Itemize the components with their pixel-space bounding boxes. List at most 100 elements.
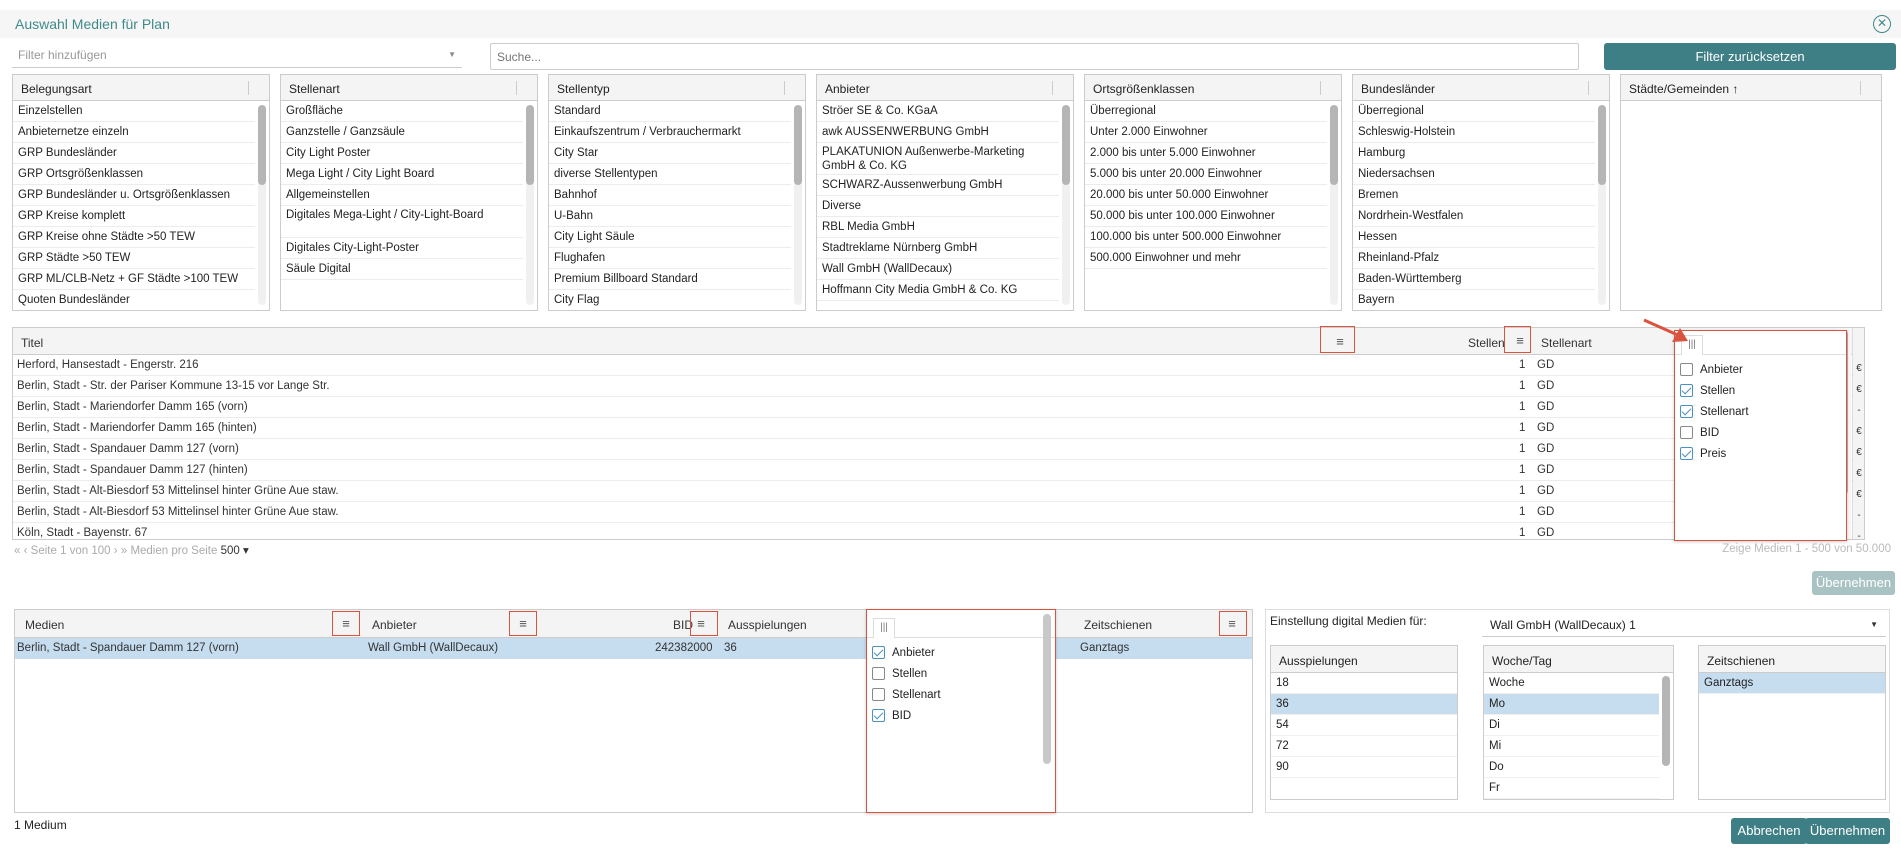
column-toggle[interactable]: BID (867, 705, 1055, 726)
woche-tag-scrollbar[interactable] (1662, 676, 1670, 766)
checkbox[interactable] (1680, 426, 1693, 439)
close-icon[interactable]: ✕ (1873, 15, 1891, 33)
list-item[interactable]: 72 (1271, 736, 1457, 757)
list-item[interactable]: GRP Ortsgrößenklassen (13, 164, 255, 185)
checkbox[interactable] (872, 667, 885, 680)
panel-scrollbar[interactable] (1062, 105, 1070, 305)
list-item[interactable]: Quoten Bundesländer (13, 290, 255, 310)
selected-row[interactable]: Berlin, Stadt - Spandauer Damm 127 (vorn… (15, 638, 1252, 659)
list-item[interactable]: Bahnhof (549, 185, 791, 206)
list-item[interactable]: Digitales Mega-Light / City-Light-Board (281, 206, 523, 238)
arrow-up-icon[interactable]: ↑ (1729, 82, 1738, 96)
list-item[interactable]: City Star (549, 143, 791, 164)
apply-button[interactable]: Übernehmen (1805, 818, 1890, 844)
cancel-button[interactable]: Abbrechen (1731, 818, 1807, 844)
filter-panel-header[interactable]: Ortsgrößenklassen (1085, 75, 1341, 101)
list-item[interactable]: 5.000 bis unter 20.000 Einwohner (1085, 164, 1327, 185)
list-item[interactable]: SCHWARZ-Aussenwerbung GmbH (817, 175, 1059, 196)
column-toggle[interactable]: Anbieter (867, 642, 1055, 663)
checkbox[interactable] (1680, 363, 1693, 376)
checkbox-checked[interactable] (872, 709, 885, 722)
list-item[interactable]: RBL Media GmbH (817, 217, 1059, 238)
list-item[interactable]: diverse Stellentypen (549, 164, 791, 185)
list-item[interactable]: Di (1484, 715, 1659, 736)
list-item[interactable]: Mi (1484, 736, 1659, 757)
list-item[interactable]: Bremen (1353, 185, 1595, 206)
list-item[interactable]: Hessen (1353, 227, 1595, 248)
list-item[interactable]: Anbieternetze einzeln (13, 122, 255, 143)
checkbox-checked[interactable] (1680, 384, 1693, 397)
list-item[interactable]: Ganztags (1699, 673, 1885, 694)
table-row[interactable]: Berlin, Stadt - Spandauer Damm 127 (hint… (13, 460, 1864, 481)
next-page-icon[interactable]: › (114, 545, 118, 557)
filter-panel-header[interactable]: Stellenart (281, 75, 537, 101)
list-item[interactable]: U-Bahn (549, 206, 791, 227)
list-item[interactable]: 100.000 bis unter 500.000 Einwohner (1085, 227, 1327, 248)
checkbox-checked[interactable] (1680, 447, 1693, 460)
reset-filters-button[interactable]: Filter zurücksetzen (1604, 43, 1896, 70)
column-toggle[interactable]: BID (1675, 422, 1846, 443)
table-row[interactable]: Berlin, Stadt - Alt-Biesdorf 53 Mittelin… (13, 481, 1864, 502)
per-page-select[interactable]: 500 ▾ (221, 545, 249, 557)
list-item[interactable]: Bayern (1353, 290, 1595, 310)
last-page-icon[interactable]: » (121, 545, 127, 557)
list-item[interactable]: GRP Kreise komplett (13, 206, 255, 227)
list-item[interactable]: Mo (1484, 694, 1659, 715)
list-item[interactable]: GRP Bundesländer u. Ortsgrößenklassen (13, 185, 255, 206)
list-item[interactable]: GRP Kreise ohne Städte >50 TEW (13, 227, 255, 248)
list-item[interactable]: Do (1484, 757, 1659, 778)
list-item[interactable]: Hoffmann City Media GmbH & Co. KG (817, 280, 1059, 301)
column-header-ausspielungen[interactable]: Ausspielungen (728, 618, 807, 632)
column-toggle[interactable]: Anbieter (1675, 359, 1846, 380)
column-toggle[interactable]: Stellenart (867, 684, 1055, 705)
list-item[interactable]: 50.000 bis unter 100.000 Einwohner (1085, 206, 1327, 227)
list-item[interactable]: 20.000 bis unter 50.000 Einwohner (1085, 185, 1327, 206)
popup-scrollbar[interactable] (1043, 614, 1051, 764)
panel-scrollbar[interactable] (258, 105, 266, 305)
list-item[interactable]: Digitales City-Light-Poster (281, 238, 523, 259)
list-item[interactable]: 90 (1271, 757, 1457, 778)
table-row[interactable]: Berlin, Stadt - Alt-Biesdorf 53 Mittelin… (13, 502, 1864, 523)
column-toggle[interactable]: Stellenart (1675, 401, 1846, 422)
list-item[interactable]: Einzelstellen (13, 101, 255, 122)
prev-page-icon[interactable]: ‹ (24, 545, 28, 557)
list-item[interactable]: 2.000 bis unter 5.000 Einwohner (1085, 143, 1327, 164)
panel-scrollbar[interactable] (1330, 105, 1338, 305)
table-row[interactable]: Berlin, Stadt - Str. der Pariser Kommune… (13, 376, 1864, 397)
filter-panel-header[interactable]: Bundesländer (1353, 75, 1609, 101)
list-item[interactable]: GRP ML/CLB-Netz + GF Städte >100 TEW (13, 269, 255, 290)
column-header-stellen[interactable]: Stellen (1468, 336, 1505, 350)
panel-scrollbar[interactable] (794, 105, 802, 305)
list-item[interactable]: Ströer SE & Co. KGaA (817, 101, 1059, 122)
checkbox[interactable] (872, 688, 885, 701)
table-row[interactable]: Berlin, Stadt - Mariendorfer Damm 165 (v… (13, 397, 1864, 418)
list-item[interactable]: Ganzstelle / Ganzsäule (281, 122, 523, 143)
list-item[interactable]: Hamburg (1353, 143, 1595, 164)
list-item[interactable]: Stadtreklame Nürnberg GmbH (817, 238, 1059, 259)
list-item[interactable]: City Flag (549, 290, 791, 310)
list-item[interactable]: Wall GmbH (WallDecaux) (817, 259, 1059, 280)
list-item[interactable]: City Light Säule (549, 227, 791, 248)
first-page-icon[interactable]: « (14, 545, 20, 557)
column-toggle[interactable]: Stellen (1675, 380, 1846, 401)
list-item[interactable]: Standard (549, 101, 791, 122)
column-header-anbieter[interactable]: Anbieter (372, 618, 417, 632)
list-item[interactable]: awk AUSSENWERBUNG GmbH (817, 122, 1059, 143)
filter-panel-header[interactable]: Belegungsart (13, 75, 269, 101)
column-header-medien[interactable]: Medien (25, 618, 64, 632)
list-item[interactable]: 500.000 Einwohner und mehr (1085, 248, 1327, 269)
list-item[interactable]: Unter 2.000 Einwohner (1085, 122, 1327, 143)
columns-icon[interactable]: ||| (873, 618, 895, 638)
list-item[interactable]: City Light Poster (281, 143, 523, 164)
checkbox-checked[interactable] (872, 646, 885, 659)
filter-panel-header[interactable]: Stellentyp (549, 75, 805, 101)
list-item[interactable]: Überregional (1353, 101, 1595, 122)
table-row[interactable]: Berlin, Stadt - Spandauer Damm 127 (vorn… (13, 439, 1864, 460)
panel-scrollbar[interactable] (1598, 105, 1606, 305)
column-toggle[interactable]: Preis (1675, 443, 1846, 464)
table-row[interactable]: Berlin, Stadt - Mariendorfer Damm 165 (h… (13, 418, 1864, 439)
filter-add-select[interactable]: Filter hinzufügen ▼ (12, 44, 462, 68)
filter-panel-header[interactable]: Anbieter (817, 75, 1073, 101)
list-item[interactable]: Schleswig-Holstein (1353, 122, 1595, 143)
list-item[interactable]: 18 (1271, 673, 1457, 694)
